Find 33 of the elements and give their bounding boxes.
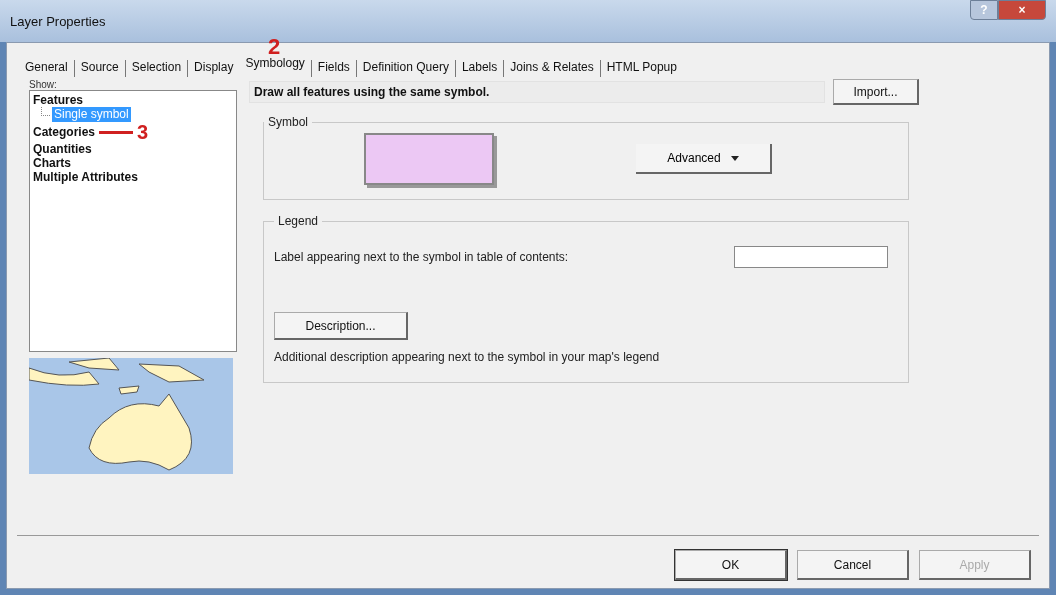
tree-item[interactable]: Categories bbox=[33, 125, 96, 139]
dialog-button[interactable]: Cancel bbox=[797, 550, 909, 580]
symbol-swatch[interactable] bbox=[364, 133, 494, 185]
tab[interactable]: Labels bbox=[454, 60, 504, 77]
caret-icon bbox=[730, 155, 739, 161]
label-field[interactable] bbox=[734, 246, 888, 268]
leader-line bbox=[99, 130, 134, 134]
tab[interactable]: Display bbox=[187, 60, 240, 77]
annotation-number: 3 bbox=[137, 122, 149, 142]
tab[interactable]: Source bbox=[73, 60, 125, 77]
annotation-number: 2 bbox=[268, 36, 281, 58]
tab[interactable]: HTML Popup bbox=[599, 60, 683, 77]
group-title: Legend bbox=[277, 214, 320, 228]
tree-item[interactable]: Charts bbox=[33, 156, 71, 170]
label-prompt: Label appearing next to the symbol in table of contents: bbox=[274, 250, 569, 264]
close-button[interactable]: × bbox=[998, 0, 1046, 20]
renderer-description: Draw all features using the same symbol. bbox=[249, 81, 825, 103]
legend-note: Additional description appearing next to the symbol in your map's legend bbox=[274, 350, 660, 364]
dialog-button[interactable]: OK bbox=[675, 550, 787, 580]
advanced-button[interactable]: Advanced bbox=[636, 144, 772, 174]
show-label: Show: bbox=[29, 79, 58, 90]
tree-item[interactable]: Multiple Attributes bbox=[33, 170, 138, 184]
tree-item[interactable]: Features bbox=[33, 93, 84, 107]
window-title: Layer Properties bbox=[10, 13, 106, 29]
tab[interactable]: Joins & Relates bbox=[503, 60, 600, 77]
tab[interactable]: Selection bbox=[124, 60, 188, 77]
tree-item[interactable]: Quantities bbox=[33, 142, 92, 156]
description-button[interactable]: Description... bbox=[274, 312, 408, 340]
tab[interactable]: Fields bbox=[310, 60, 356, 77]
tab[interactable]: Definition Query bbox=[355, 60, 455, 77]
tab[interactable]: General bbox=[19, 60, 74, 77]
group-title: Symbol bbox=[267, 115, 309, 129]
import-button[interactable]: Import... bbox=[833, 79, 919, 105]
